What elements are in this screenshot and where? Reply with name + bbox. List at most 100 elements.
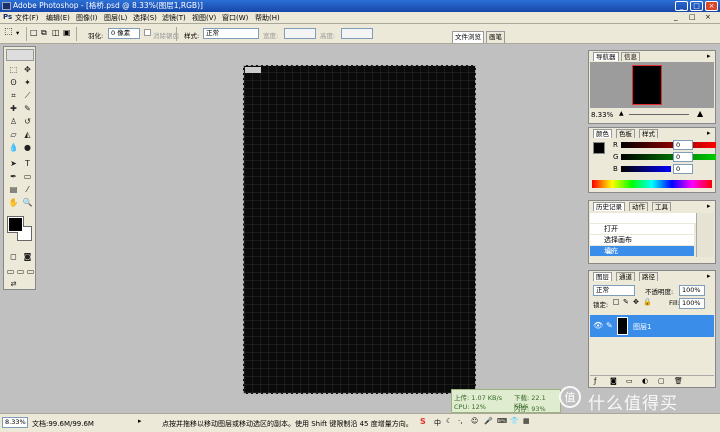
minimize-button[interactable]: _ (675, 1, 688, 11)
menu-image[interactable]: 图像(I) (76, 13, 98, 23)
height-input[interactable] (341, 28, 373, 39)
color-ramp[interactable] (592, 180, 712, 188)
clone-stamp-icon[interactable]: ♙ (7, 116, 20, 127)
antialias-checkbox[interactable] (144, 29, 151, 36)
channel-b-slider[interactable] (621, 166, 671, 172)
channel-r-value[interactable]: 0 (673, 140, 693, 150)
delete-layer-icon[interactable]: 🗑 (674, 377, 683, 385)
feather-input[interactable]: 0 像素 (108, 28, 140, 39)
healing-brush-icon[interactable]: ✚ (7, 103, 20, 114)
paint-bucket-icon[interactable]: ◭ (21, 129, 34, 140)
jump-to-imageready-icon[interactable]: ⇄ (7, 279, 20, 290)
doc-minimize-button[interactable]: _ (674, 13, 678, 21)
tab-color[interactable]: 颜色 (593, 129, 612, 138)
ime-moon-icon[interactable]: ☾ (446, 417, 452, 425)
lock-all-icon[interactable]: 🔒 (643, 298, 652, 306)
intersect-selection-icon[interactable]: ▣ (63, 28, 71, 37)
ime-logo-icon[interactable]: S (420, 417, 426, 426)
lasso-tool-icon[interactable]: ʘ (7, 77, 20, 88)
magic-wand-tool-icon[interactable]: ✦ (21, 77, 34, 88)
status-menu-arrow-icon[interactable]: ▸ (138, 417, 142, 425)
channel-g-slider[interactable] (621, 154, 716, 160)
layer-row[interactable]: 👁 ✎ 图层1 (590, 315, 714, 337)
new-group-icon[interactable]: ▭ (626, 377, 633, 385)
shape-tool-icon[interactable]: ▭ (21, 171, 34, 182)
marquee-tool-icon[interactable]: ⬚ (7, 64, 20, 75)
history-item[interactable]: 打开 (590, 224, 694, 234)
navigator-zoom[interactable]: 8.33% (591, 111, 613, 119)
type-tool-icon[interactable]: T (21, 158, 34, 169)
zoom-tool-icon[interactable]: 🔍 (21, 197, 34, 208)
slice-tool-icon[interactable]: ⟋ (21, 90, 34, 101)
maximize-button[interactable]: □ (690, 1, 703, 11)
panel-menu-arrow-icon[interactable]: ▸ (707, 52, 711, 60)
layer-style-icon[interactable]: ƒ (594, 377, 596, 385)
notes-tool-icon[interactable]: ▤ (7, 184, 20, 195)
zoom-in-icon[interactable]: ▲ (697, 109, 703, 118)
add-selection-icon[interactable]: ⧉ (41, 28, 47, 38)
eraser-tool-icon[interactable]: ▱ (7, 129, 20, 140)
marquee-tool-icon[interactable]: ⬚ (4, 27, 13, 37)
tab-file-browser[interactable]: 文件浏览 (452, 31, 484, 43)
tab-paths[interactable]: 路径 (639, 272, 658, 281)
opacity-input[interactable]: 100% (679, 285, 705, 296)
tab-navigator[interactable]: 导航器 (593, 52, 619, 61)
screen-mode-3-icon[interactable]: ▭ (24, 266, 37, 277)
pen-tool-icon[interactable]: ✒ (7, 171, 20, 182)
tab-history[interactable]: 历史记录 (593, 202, 625, 211)
color-fg-swatch[interactable] (593, 142, 605, 154)
ime-skin-icon[interactable]: 👕 (510, 417, 519, 425)
style-select[interactable]: 正常 (203, 28, 259, 39)
crop-tool-icon[interactable]: ⌗ (7, 90, 20, 101)
tab-channels[interactable]: 通道 (616, 272, 635, 281)
lock-image-icon[interactable]: ✎ (623, 298, 629, 306)
tab-info[interactable]: 信息 (621, 52, 640, 61)
tool-preset-arrow-icon[interactable]: ▾ (16, 29, 19, 37)
status-zoom[interactable]: 8.33% (2, 417, 28, 428)
doc-restore-button[interactable]: □ (689, 13, 696, 21)
ime-tools-icon[interactable]: ▦ (523, 417, 530, 425)
menu-window[interactable]: 窗口(W) (222, 13, 248, 23)
dodge-tool-icon[interactable]: ● (21, 142, 34, 153)
layer-name[interactable]: 图层1 (633, 322, 651, 332)
menu-filter[interactable]: 滤镜(T) (162, 13, 186, 23)
lock-transparency-icon[interactable] (613, 299, 619, 305)
ime-voice-icon[interactable]: 🎤 (484, 417, 493, 425)
menu-file[interactable]: 文件(F) (15, 13, 39, 23)
close-button[interactable]: × (705, 1, 718, 11)
standard-mode-icon[interactable]: ◻ (7, 251, 20, 262)
menu-help[interactable]: 帮助(H) (255, 13, 280, 23)
menu-select[interactable]: 选择(S) (133, 13, 157, 23)
history-item[interactable]: 选择画布 (590, 235, 694, 245)
navigator-view-box[interactable] (632, 65, 662, 105)
menu-layer[interactable]: 图层(L) (104, 13, 127, 23)
path-select-icon[interactable]: ➤ (7, 158, 20, 169)
new-selection-icon[interactable]: □ (30, 28, 38, 37)
width-input[interactable] (284, 28, 316, 39)
panel-menu-arrow-icon[interactable]: ▸ (707, 202, 711, 210)
fill-input[interactable]: 100% (679, 298, 705, 309)
history-brush-icon[interactable]: ↺ (21, 116, 34, 127)
new-layer-icon[interactable]: ▢ (658, 377, 665, 385)
tab-actions[interactable]: 动作 (629, 202, 648, 211)
brush-tool-icon[interactable]: ✎ (21, 103, 34, 114)
ps-menu-icon[interactable]: Ps (3, 13, 12, 21)
menu-edit[interactable]: 编辑(E) (46, 13, 70, 23)
quickmask-mode-icon[interactable]: ◙ (21, 251, 34, 262)
adobe-online-icon[interactable] (6, 49, 34, 61)
ime-keyboard-icon[interactable]: ⌨ (497, 417, 507, 425)
menu-view[interactable]: 视图(V) (192, 13, 216, 23)
panel-menu-arrow-icon[interactable]: ▸ (707, 272, 711, 280)
channel-r-slider[interactable] (621, 142, 716, 148)
document-canvas[interactable] (243, 65, 476, 394)
layer-mask-icon[interactable]: ◙ (610, 377, 617, 385)
ime-emoji-icon[interactable]: ☺ (471, 417, 478, 425)
foreground-color-swatch-top[interactable] (8, 217, 23, 232)
panel-menu-arrow-icon[interactable]: ▸ (707, 129, 711, 137)
tab-tools[interactable]: 工具 (652, 202, 671, 211)
zoom-out-icon[interactable]: ▲ (619, 110, 624, 117)
blur-tool-icon[interactable]: 💧 (7, 142, 20, 153)
layer-visibility-eye-icon[interactable]: 👁 (593, 321, 603, 330)
blend-mode-select[interactable]: 正常 (593, 285, 635, 296)
lock-position-icon[interactable]: ✥ (633, 298, 639, 306)
